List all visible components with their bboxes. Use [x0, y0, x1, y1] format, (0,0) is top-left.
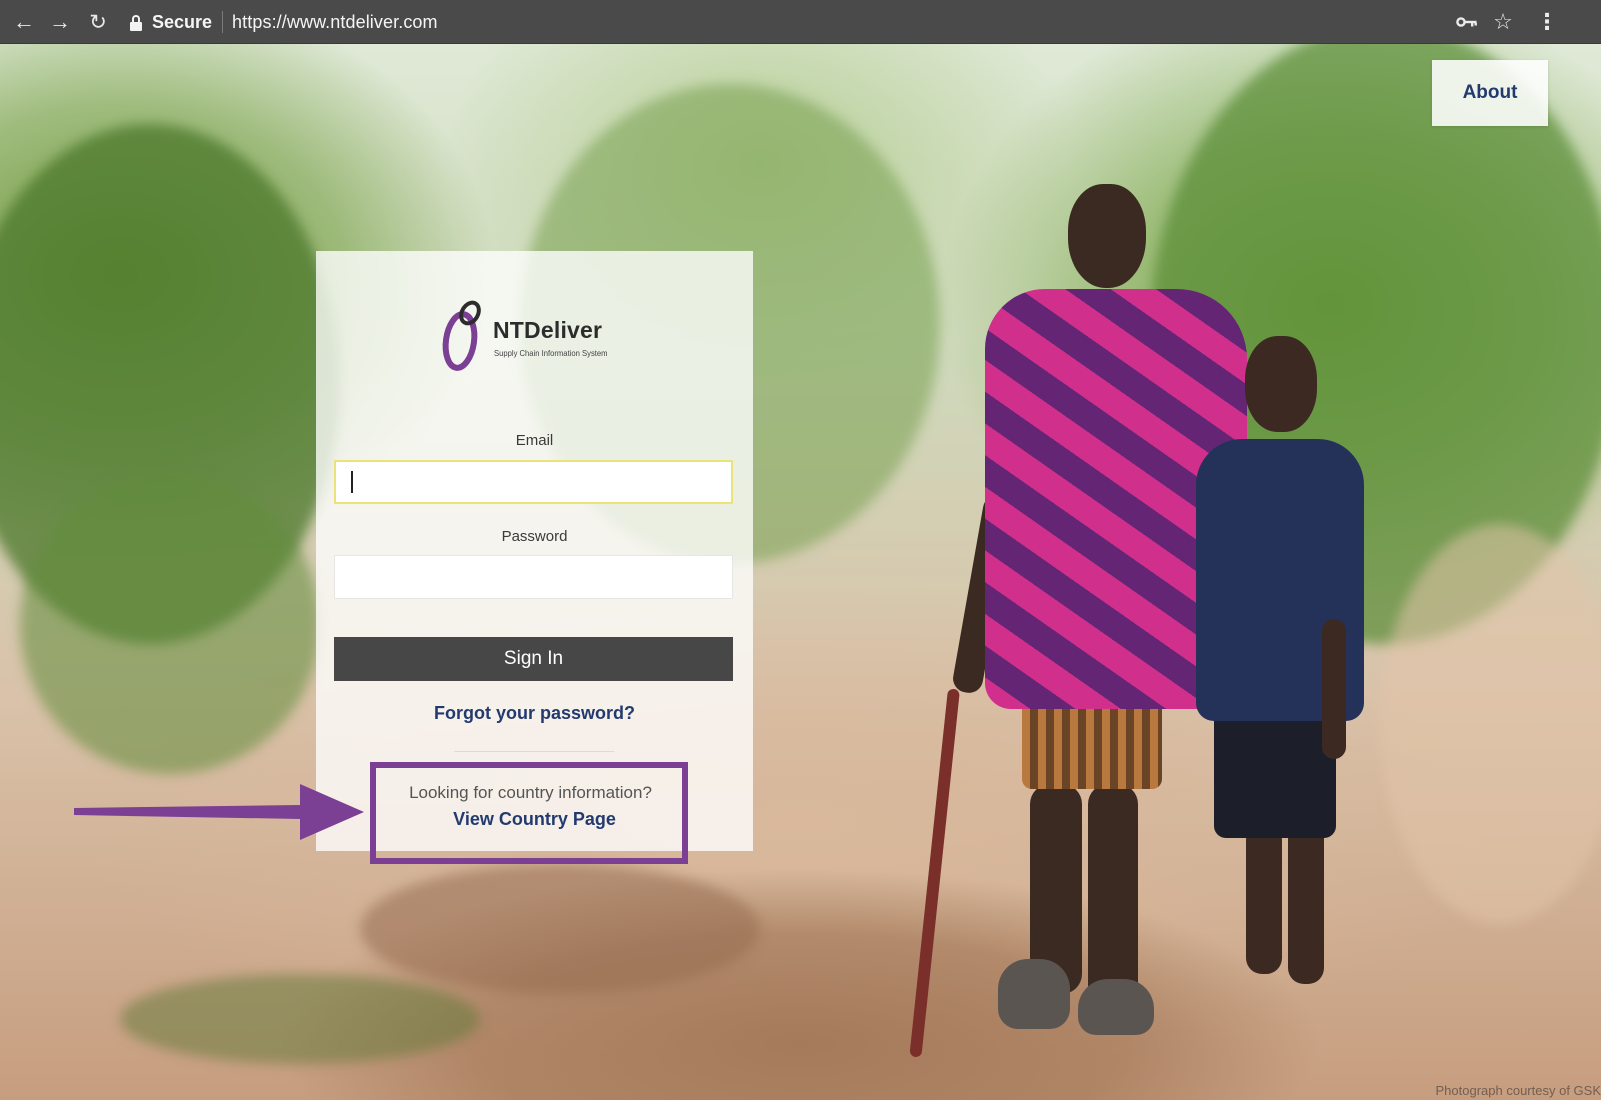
lock-icon: [130, 14, 142, 31]
reload-icon[interactable]: ↻: [82, 6, 114, 38]
page-background: [0, 44, 1601, 1100]
password-label: Password: [501, 528, 568, 545]
ground-grass: [120, 974, 480, 1064]
boy-head: [1245, 336, 1317, 432]
boy-arm: [1322, 619, 1346, 759]
man-leg: [1088, 784, 1138, 1009]
man-head: [1068, 184, 1146, 288]
card-divider: [454, 751, 614, 752]
password-field[interactable]: [334, 555, 733, 599]
browser-toolbar: ← → ↻ Secure https://www.ntdeliver.com ☆…: [0, 0, 1601, 44]
text-caret: [351, 471, 353, 493]
sign-in-button[interactable]: Sign In: [334, 637, 733, 681]
walking-cane: [909, 688, 960, 1058]
logo-name: NTDeliver: [493, 317, 603, 343]
logo-tagline: Supply Chain Information System: [494, 348, 608, 358]
about-button[interactable]: About: [1432, 60, 1548, 126]
forgot-password-link[interactable]: Forgot your password?: [316, 703, 753, 724]
url-text[interactable]: https://www.ntdeliver.com: [232, 12, 438, 33]
ground-logs: [360, 864, 760, 994]
forward-arrow-icon[interactable]: →: [44, 6, 76, 38]
logo-rings-icon: [442, 300, 481, 371]
annotation-highlight-box: [370, 762, 688, 864]
man-foot: [998, 959, 1070, 1029]
foliage-left-lower: [20, 474, 320, 774]
back-arrow-icon[interactable]: ←: [8, 6, 40, 38]
bookmark-star-icon[interactable]: ☆: [1488, 6, 1518, 38]
boy-leg: [1246, 824, 1282, 974]
boy-leg: [1288, 820, 1324, 984]
app-frame: ← → ↻ Secure https://www.ntdeliver.com ☆…: [0, 0, 1601, 1100]
boy-shorts: [1214, 708, 1336, 838]
key-icon[interactable]: [1452, 6, 1482, 38]
address-separator: [222, 11, 224, 33]
photo-credit: Photograph courtesy of GSK: [1435, 1083, 1601, 1098]
email-field[interactable]: [334, 460, 733, 504]
security-label: Secure: [152, 11, 213, 32]
man-foot: [1078, 979, 1154, 1035]
login-card: NTDeliver Supply Chain Information Syste…: [316, 251, 753, 851]
man-wrap-skirt: [1022, 699, 1162, 789]
ntdeliver-logo: NTDeliver Supply Chain Information Syste…: [440, 299, 630, 373]
kebab-menu-icon[interactable]: ⋮: [1532, 6, 1562, 38]
annotation-arrow-icon: [74, 784, 364, 840]
email-label: Email: [515, 432, 554, 449]
address-bar[interactable]: Secure https://www.ntdeliver.com: [122, 6, 1552, 38]
wall-right: [1380, 524, 1601, 924]
